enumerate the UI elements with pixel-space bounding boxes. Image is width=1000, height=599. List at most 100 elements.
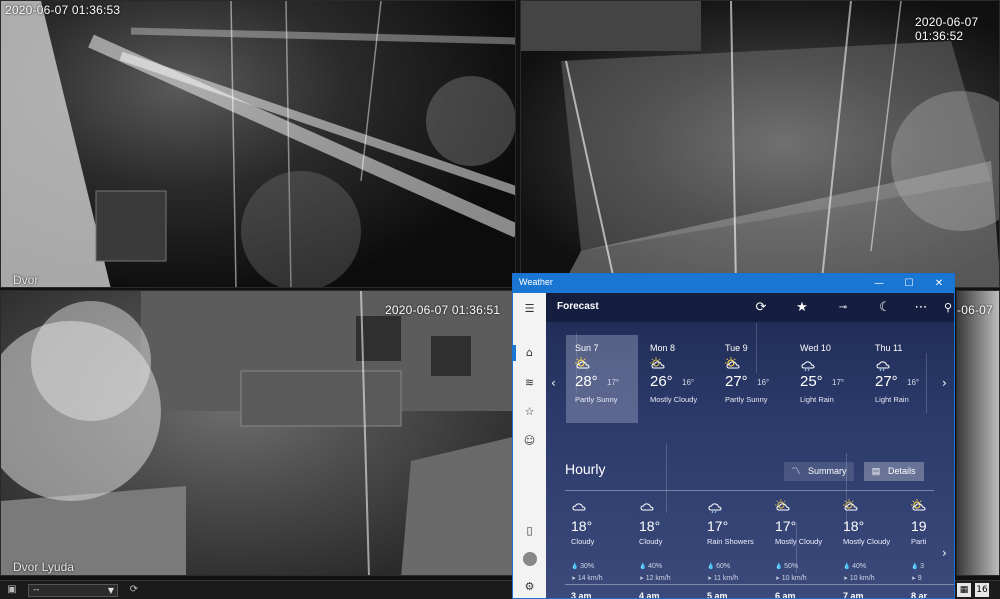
divider xyxy=(701,584,769,585)
hourly-time: 7 am xyxy=(843,591,864,599)
avatar[interactable] xyxy=(513,547,546,571)
details-list-icon: ▤ xyxy=(871,466,881,476)
hourly-temperature: 18° xyxy=(843,518,865,534)
previous-days-arrow-icon[interactable]: ‹ xyxy=(551,376,556,390)
refresh-icon[interactable]: ⟳ xyxy=(751,298,771,318)
hourly-forecast-item[interactable]: 17° Mostly Cloudy 💧 50% ➤ 10 km/h 6 am xyxy=(769,496,837,598)
summary-toggle-button[interactable]: 〽 Summary xyxy=(784,462,854,481)
low-temperature: 16° xyxy=(757,378,770,387)
home-icon[interactable]: ⌂ xyxy=(513,341,546,365)
camera-feed-4[interactable]: -06-07 xyxy=(956,290,1000,576)
precipitation-chance: 💧 30% xyxy=(571,563,594,570)
settings-gear-icon[interactable]: ⚙ xyxy=(513,575,546,598)
forecast-content: Forecast ⟳ ★ ⊸ ☾ ⋯ ⚲ ‹ › Sun 7 28° 17° Part… xyxy=(546,293,954,599)
window-titlebar[interactable]: Weather — ☐ ✕ xyxy=(513,274,954,293)
chevron-down-icon: ▼ xyxy=(107,586,114,595)
daily-forecast-card[interactable]: Mon 8 26° 16° Mostly Cloudy xyxy=(641,335,713,423)
precipitation-chance: 💧 50% xyxy=(775,563,798,570)
precipitation-chance: 💧 3 xyxy=(911,563,924,570)
rain-showers-icon xyxy=(707,499,723,514)
high-temperature: 27° xyxy=(875,373,898,390)
wind-direction-icon: ➤ xyxy=(639,576,646,582)
wind-speed: ➤ 12 km/h xyxy=(639,575,671,582)
divider xyxy=(837,584,905,585)
feedback-smiley-icon[interactable]: ☺ xyxy=(513,429,546,453)
high-temperature: 27° xyxy=(725,373,748,390)
hourly-forecast-item[interactable]: 18° Cloudy 💧 30% ➤ 14 km/h 3 am xyxy=(565,496,633,599)
camera-timestamp: 2020-06-07 01:36:51 xyxy=(385,303,501,317)
divider xyxy=(769,584,837,585)
pin-icon[interactable]: ⊸ xyxy=(833,298,853,318)
raindrop-icon: 💧 xyxy=(571,564,581,570)
daily-forecast-card[interactable]: Thu 11 27° 16° Light Rain xyxy=(866,335,938,423)
next-days-arrow-icon[interactable]: › xyxy=(942,376,947,390)
mostly-cloudy-icon xyxy=(775,499,791,511)
high-temperature: 28° xyxy=(575,373,598,390)
divider xyxy=(905,584,954,585)
hourly-time: 3 am xyxy=(571,591,592,599)
hourly-condition: Rain Showers xyxy=(707,537,754,546)
hourly-condition: Parti xyxy=(911,537,927,546)
page-title: Forecast xyxy=(557,301,599,312)
wind-speed: ➤ 10 km/h xyxy=(843,575,875,582)
daily-forecast-card[interactable]: Wed 10 25° 17° Light Rain xyxy=(791,335,863,423)
mostly-cloudy-icon xyxy=(843,499,859,511)
maps-icon[interactable]: ≋ xyxy=(513,371,546,395)
hamburger-menu-icon[interactable]: ☰ xyxy=(513,297,546,321)
wind-value: 14 km/h xyxy=(577,575,603,582)
hourly-forecast-item[interactable]: 18° Mostly Cloudy 💧 40% ➤ 10 km/h 7 am xyxy=(837,496,905,599)
wind-value: 10 km/h xyxy=(849,575,875,582)
forecast-day-name: Tue 9 xyxy=(725,343,748,353)
forecast-condition: Light Rain xyxy=(875,395,909,404)
hourly-forecast-item[interactable]: 18° Cloudy 💧 40% ➤ 12 km/h 4 am xyxy=(633,496,701,599)
grid-layout-icon[interactable]: ▦ xyxy=(957,583,971,597)
daily-forecast-card[interactable]: Sun 7 28° 17° Partly Sunny xyxy=(566,335,638,423)
refresh-icon[interactable]: ⟳ xyxy=(128,584,140,596)
daily-forecast-card[interactable]: Tue 9 27° 16° Partly Sunny xyxy=(716,335,788,423)
wind-direction-icon: ➤ xyxy=(775,576,782,582)
hourly-forecast-item[interactable]: 17° Rain Showers 💧 60% ➤ 11 km/h 5 am xyxy=(701,496,769,598)
camera-1-scene xyxy=(1,1,515,287)
camera-timestamp: 2020-06-07 01:36:52 xyxy=(915,15,979,43)
cloudy-icon xyxy=(571,499,587,511)
camera-feed-dvor[interactable]: 2020-06-07 01:36:53 Dvor xyxy=(0,0,516,288)
hourly-condition: Mostly Cloudy xyxy=(775,537,823,546)
partly-sunny-icon xyxy=(725,357,741,369)
dark-mode-moon-icon[interactable]: ☾ xyxy=(875,298,895,318)
wind-value: 11 km/h xyxy=(713,575,739,582)
more-options-icon[interactable]: ⋯ xyxy=(911,298,931,318)
forecast-day-name: Wed 10 xyxy=(800,343,831,353)
chart-line-icon: 〽 xyxy=(791,466,801,476)
forecast-condition: Mostly Cloudy xyxy=(650,395,698,404)
desktop: 2020-06-07 01:36:53 Dvor 2020-06-07 01:3… xyxy=(0,0,1000,599)
raindrop-icon: 💧 xyxy=(639,564,649,570)
hourly-forecast-item[interactable]: 19 Parti 💧 3 ➤ 98 ar xyxy=(905,496,954,598)
camera-select[interactable]: -- ▼ xyxy=(28,584,118,597)
light-rain-icon xyxy=(800,357,816,372)
minimize-button[interactable]: — xyxy=(864,274,894,293)
low-temperature: 16° xyxy=(682,378,695,387)
camera-feed-2[interactable]: 2020-06-07 01:36:52 xyxy=(520,0,1000,288)
wind-value: 10 km/h xyxy=(781,575,807,582)
camera-2-scene xyxy=(521,1,999,287)
favorites-icon[interactable]: ☆ xyxy=(513,400,546,424)
wind-value: 12 km/h xyxy=(645,575,671,582)
camera-feed-dvor-lyuda[interactable]: 2020-06-07 01:36:51 Dvor Lyuda xyxy=(0,290,516,576)
search-icon[interactable]: ⚲ xyxy=(938,298,954,318)
divider xyxy=(565,584,633,585)
close-button[interactable]: ✕ xyxy=(924,274,954,293)
camera-label: Dvor xyxy=(13,273,39,287)
details-toggle-button[interactable]: ▤ Details xyxy=(864,462,924,481)
maximize-button[interactable]: ☐ xyxy=(894,274,924,293)
hourly-temperature: 19 xyxy=(911,518,927,534)
light-rain-icon xyxy=(875,357,891,372)
hourly-time: 4 am xyxy=(639,591,660,599)
camera-list-icon[interactable]: ▣ xyxy=(6,584,18,596)
wind-speed: ➤ 10 km/h xyxy=(775,575,807,582)
grid-16-button[interactable]: 16 xyxy=(975,583,989,597)
wind-direction-icon: ➤ xyxy=(707,576,714,582)
partly-sunny-icon xyxy=(911,499,927,511)
favorite-star-icon[interactable]: ★ xyxy=(792,298,812,318)
phone-icon[interactable]: ▯ xyxy=(513,519,546,543)
camera-timestamp: -06-07 xyxy=(957,303,993,317)
